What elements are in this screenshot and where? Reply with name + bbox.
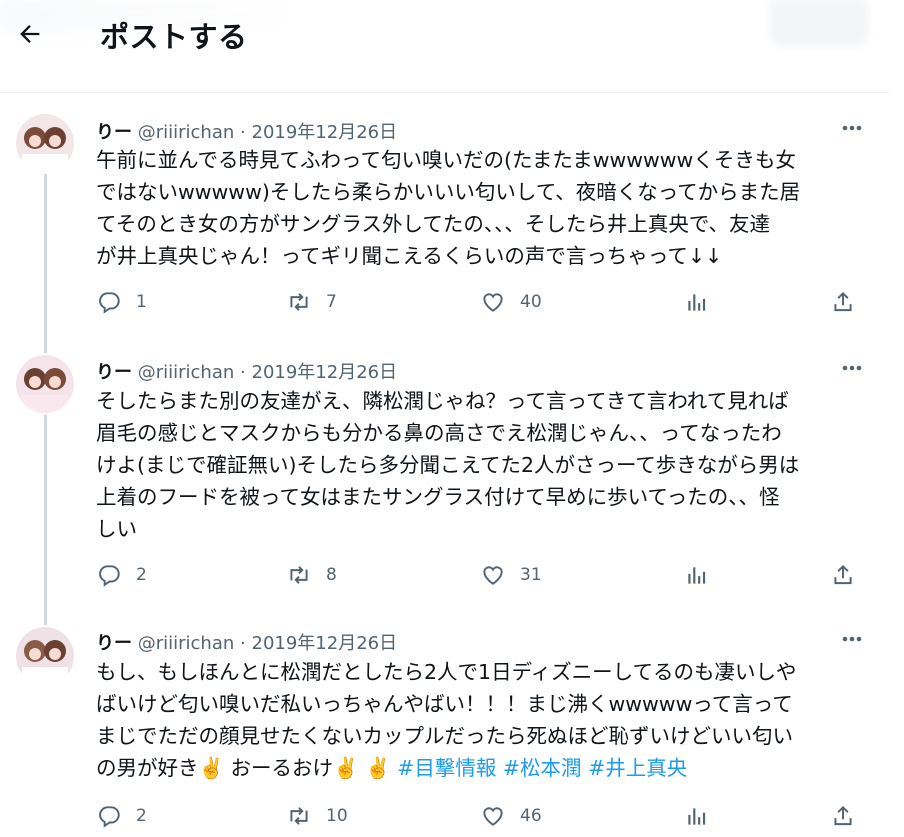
heart-icon	[483, 293, 503, 312]
retweet-count: 8	[326, 565, 337, 585]
action-bar: 2 8 31	[96, 560, 866, 590]
heart-icon	[483, 566, 503, 585]
more-options-icon[interactable]	[838, 358, 866, 378]
avatar[interactable]	[16, 355, 74, 413]
share-button[interactable]	[830, 801, 856, 831]
more-options-icon[interactable]	[838, 118, 866, 138]
handle[interactable]: @riiirichan	[138, 633, 235, 654]
reply-button[interactable]: 1	[96, 287, 147, 317]
analytics-button[interactable]	[684, 287, 710, 317]
tweet-text: 午前に並んでる時見てふわって匂い嗅いだの(たまたまwwwwwwくそきも女 ではない…	[96, 144, 886, 272]
text-line: ではないwwwww)そしたら柔らかいいい匂いして、夜暗くなってからまた居	[96, 180, 801, 204]
tweet[interactable]: りー @riiirichan · 2019年12月26日 そしたらまた別の友達が…	[0, 341, 890, 613]
like-button[interactable]: 31	[480, 560, 542, 590]
analytics-icon	[688, 808, 706, 825]
handle[interactable]: @riiirichan	[138, 122, 235, 143]
retweet-icon	[290, 807, 308, 825]
share-button[interactable]	[830, 287, 856, 317]
tweet-text: そしたらまた別の友達がえ、隣松潤じゃね？って言ってきて言われて見れば 眉毛の感じと…	[96, 385, 886, 545]
separator: ·	[240, 633, 246, 654]
text-line: もし、もしほんとに松潤だとしたら2人で1日ディズニーしてるのも凄いしや	[96, 660, 797, 684]
tweet[interactable]: りー @riiirichan · 2019年12月26日 もし、もしほんとに松潤…	[0, 613, 890, 837]
thread-line	[44, 613, 47, 625]
retweet-button[interactable]: 8	[286, 560, 337, 590]
separator: ·	[240, 122, 246, 143]
reply-icon	[99, 292, 120, 314]
separator: ·	[240, 362, 246, 383]
avatar[interactable]	[16, 627, 74, 685]
reply-icon	[99, 806, 120, 828]
text-line-with-hashtags: の男が好き✌️ おーるおけ✌️ ✌️ #目撃情報 #松本潤 #井上真央	[96, 752, 886, 784]
text-line: けよ(まじで確証無い)そしたら多分聞こえてた2人がさっーて歩きながら男は	[96, 453, 800, 477]
text-line: が井上真央じゃん！ってギリ聞こえるくらいの声で言っちゃって↓↓	[96, 244, 723, 268]
share-button[interactable]	[830, 560, 856, 590]
text-line: そしたらまた別の友達がえ、隣松潤じゃね？って言ってきて言われて見れば	[96, 389, 789, 413]
action-bar: 1 7 40	[96, 287, 866, 317]
action-bar: 2 10 46	[96, 801, 866, 831]
retweet-icon	[290, 566, 308, 584]
tweet-text: もし、もしほんとに松潤だとしたら2人で1日ディズニーしてるのも凄いしや ばいけど匂…	[96, 656, 886, 784]
retweet-icon	[290, 293, 308, 311]
analytics-icon	[688, 567, 706, 584]
share-icon	[834, 564, 852, 585]
analytics-button[interactable]	[684, 560, 710, 590]
like-count: 40	[520, 292, 542, 312]
timestamp[interactable]: 2019年12月26日	[252, 362, 398, 383]
page-title: ポストする	[100, 20, 248, 54]
retweet-count: 10	[326, 806, 348, 826]
retweet-button[interactable]: 7	[286, 287, 337, 317]
share-icon	[834, 291, 852, 312]
text-line: まじでただの顔見せたくないカップルだったら死ぬほど恥ずいけどいい匂い	[96, 724, 793, 748]
reply-button[interactable]: 2	[96, 801, 147, 831]
display-name[interactable]: りー	[96, 362, 132, 383]
tweet-header: りー @riiirichan · 2019年12月26日	[96, 118, 398, 143]
text-line: 眉毛の感じとマスクからも分かる鼻の高さでえ松潤じゃん、、ってなったわ	[96, 421, 782, 445]
heart-icon	[483, 807, 503, 826]
text-line: てそのとき女の方がサングラス外してたの、、、そしたら井上真央で、友達	[96, 212, 771, 236]
reply-count: 2	[136, 806, 147, 826]
avatar[interactable]	[16, 114, 74, 172]
handle[interactable]: @riiirichan	[138, 362, 235, 383]
tweet-header: りー @riiirichan · 2019年12月26日	[96, 629, 398, 654]
like-button[interactable]: 40	[480, 287, 542, 317]
hashtag-link[interactable]: #井上真央	[588, 756, 687, 780]
page-header: ポストする	[0, 0, 890, 93]
analytics-icon	[688, 294, 706, 311]
thread-line	[44, 341, 47, 353]
text-line: 午前に並んでる時見てふわって匂い嗅いだの(たまたまwwwwwwくそきも女	[96, 148, 796, 172]
text-line: 上着のフードを被って女はまたサングラス付けて早めに歩いてったの、、怪	[96, 485, 780, 509]
share-icon	[834, 805, 852, 826]
hashtag-link[interactable]: #目撃情報	[397, 756, 496, 780]
like-count: 46	[520, 806, 542, 826]
reply-count: 1	[136, 292, 147, 312]
retweet-count: 7	[326, 292, 337, 312]
reply-button[interactable]: 2	[96, 560, 147, 590]
retweet-button[interactable]: 10	[286, 801, 348, 831]
more-options-icon[interactable]	[838, 629, 866, 649]
text-line: ばいけど匂い嗅いだ私いっちゃんやばい！！！まじ沸くwwwwwって言って	[96, 692, 793, 716]
thread-line	[44, 415, 47, 613]
tweet-header: りー @riiirichan · 2019年12月26日	[96, 358, 398, 383]
display-name[interactable]: りー	[96, 633, 132, 654]
analytics-button[interactable]	[684, 801, 710, 831]
like-button[interactable]: 46	[480, 801, 542, 831]
reply-count: 2	[136, 565, 147, 585]
text-line: しい	[96, 517, 137, 541]
timestamp[interactable]: 2019年12月26日	[252, 633, 398, 654]
hashtag-link[interactable]: #松本潤	[503, 756, 582, 780]
like-count: 31	[520, 565, 542, 585]
back-arrow-icon[interactable]	[16, 20, 48, 52]
display-name[interactable]: りー	[96, 122, 132, 143]
timestamp[interactable]: 2019年12月26日	[252, 122, 398, 143]
text-fragment: の男が好き✌️ おーるおけ✌️ ✌️	[96, 756, 391, 780]
thread-line	[44, 174, 47, 341]
tweet[interactable]: りー @riiirichan · 2019年12月26日 午前に並んでる時見てふ…	[0, 96, 890, 341]
reply-icon	[99, 565, 120, 587]
